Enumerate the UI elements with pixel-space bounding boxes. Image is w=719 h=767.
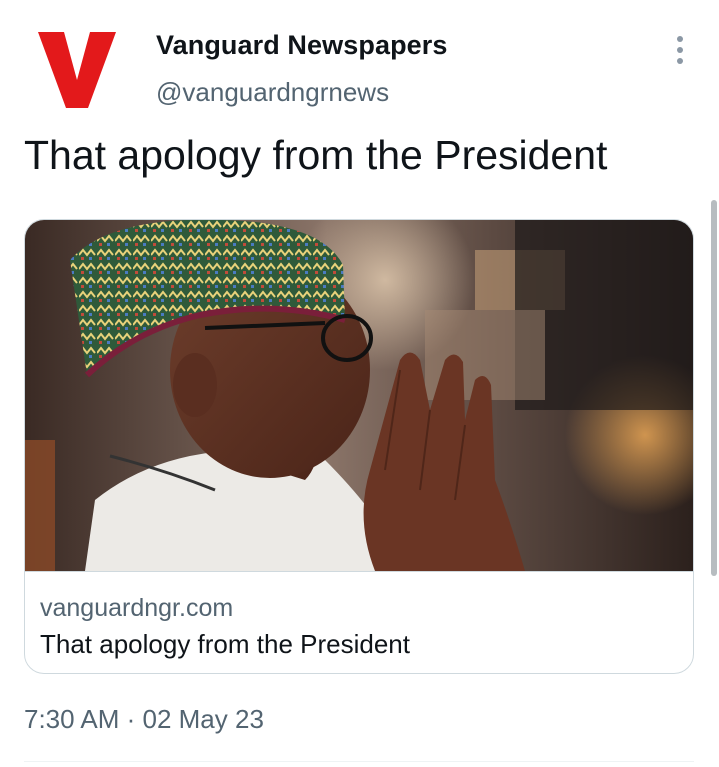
- tweet-text: That apology from the President: [24, 132, 608, 178]
- tweet-timestamp[interactable]: 7:30 AM · 02 May 23: [24, 704, 264, 735]
- tweet: Vanguard Newspapers @vanguardngrnews Tha…: [0, 0, 719, 767]
- author-name[interactable]: Vanguard Newspapers: [156, 30, 448, 61]
- more-options-button[interactable]: [664, 32, 696, 68]
- vanguard-logo-avatar[interactable]: [36, 30, 118, 110]
- link-card-domain: vanguardngr.com: [40, 594, 234, 622]
- link-card-footer[interactable]: vanguardngr.com That apology from the Pr…: [25, 571, 693, 673]
- more-vertical-icon: [677, 36, 683, 42]
- link-card-image[interactable]: [25, 220, 694, 571]
- link-card[interactable]: vanguardngr.com That apology from the Pr…: [24, 219, 694, 674]
- scrollbar[interactable]: [711, 200, 717, 576]
- author-handle[interactable]: @vanguardngrnews: [156, 77, 389, 108]
- divider: [24, 761, 694, 762]
- more-vertical-icon-dot: [677, 47, 683, 53]
- link-card-title: That apology from the President: [40, 629, 410, 659]
- more-vertical-icon-dot: [677, 58, 683, 64]
